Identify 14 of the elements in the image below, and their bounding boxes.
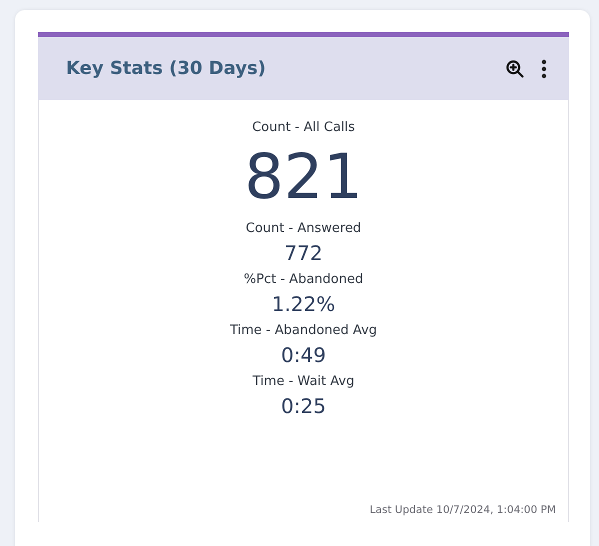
widget-title: Key Stats (30 Days) [66, 58, 267, 79]
stat-label: Count - Answered [246, 221, 362, 236]
last-update-text: Last Update 10/7/2024, 1:04:00 PM [370, 504, 556, 516]
stat-value: 0:25 [281, 393, 326, 419]
stat-value: 1.22% [272, 291, 336, 317]
stat-label: Time - Wait Avg [252, 374, 354, 389]
zoom-in-icon[interactable] [505, 58, 525, 78]
stat-label: Time - Abandoned Avg [230, 323, 378, 338]
stat-value: 772 [284, 240, 323, 266]
stat-label: %Pct - Abandoned [244, 272, 364, 287]
stat-value: 821 [244, 139, 363, 215]
more-options-icon[interactable] [541, 58, 547, 78]
stat-label: Count - All Calls [252, 120, 355, 135]
stat-value: 0:49 [281, 342, 326, 368]
